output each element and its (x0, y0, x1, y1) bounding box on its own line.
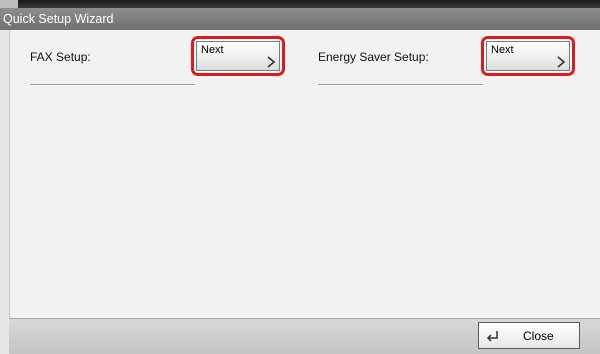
wizard-window: Quick Setup Wizard FAX Setup: Next Energ… (0, 0, 600, 354)
fax-setup-label: FAX Setup: (30, 50, 91, 64)
chevron-right-icon (267, 56, 276, 68)
top-edge (0, 0, 600, 8)
fax-setup-next-button[interactable]: Next (191, 36, 285, 76)
fax-setup-divider (30, 84, 195, 86)
window-title: Quick Setup Wizard (0, 8, 600, 30)
chevron-right-icon (557, 56, 566, 68)
energy-saver-setup-next-face[interactable]: Next (486, 41, 570, 71)
energy-saver-setup-label: Energy Saver Setup: (318, 50, 429, 64)
return-icon (486, 331, 498, 342)
fax-setup-next-label: Next (201, 44, 224, 56)
energy-saver-setup-divider (318, 84, 483, 86)
close-button-label: Close (523, 329, 554, 343)
left-edge (0, 30, 9, 354)
fax-setup-next-face[interactable]: Next (196, 41, 280, 71)
top-edge-tab (0, 0, 18, 8)
energy-saver-setup-next-label: Next (491, 44, 514, 56)
close-button[interactable]: Close (478, 322, 580, 349)
energy-saver-setup-next-button[interactable]: Next (481, 36, 575, 76)
